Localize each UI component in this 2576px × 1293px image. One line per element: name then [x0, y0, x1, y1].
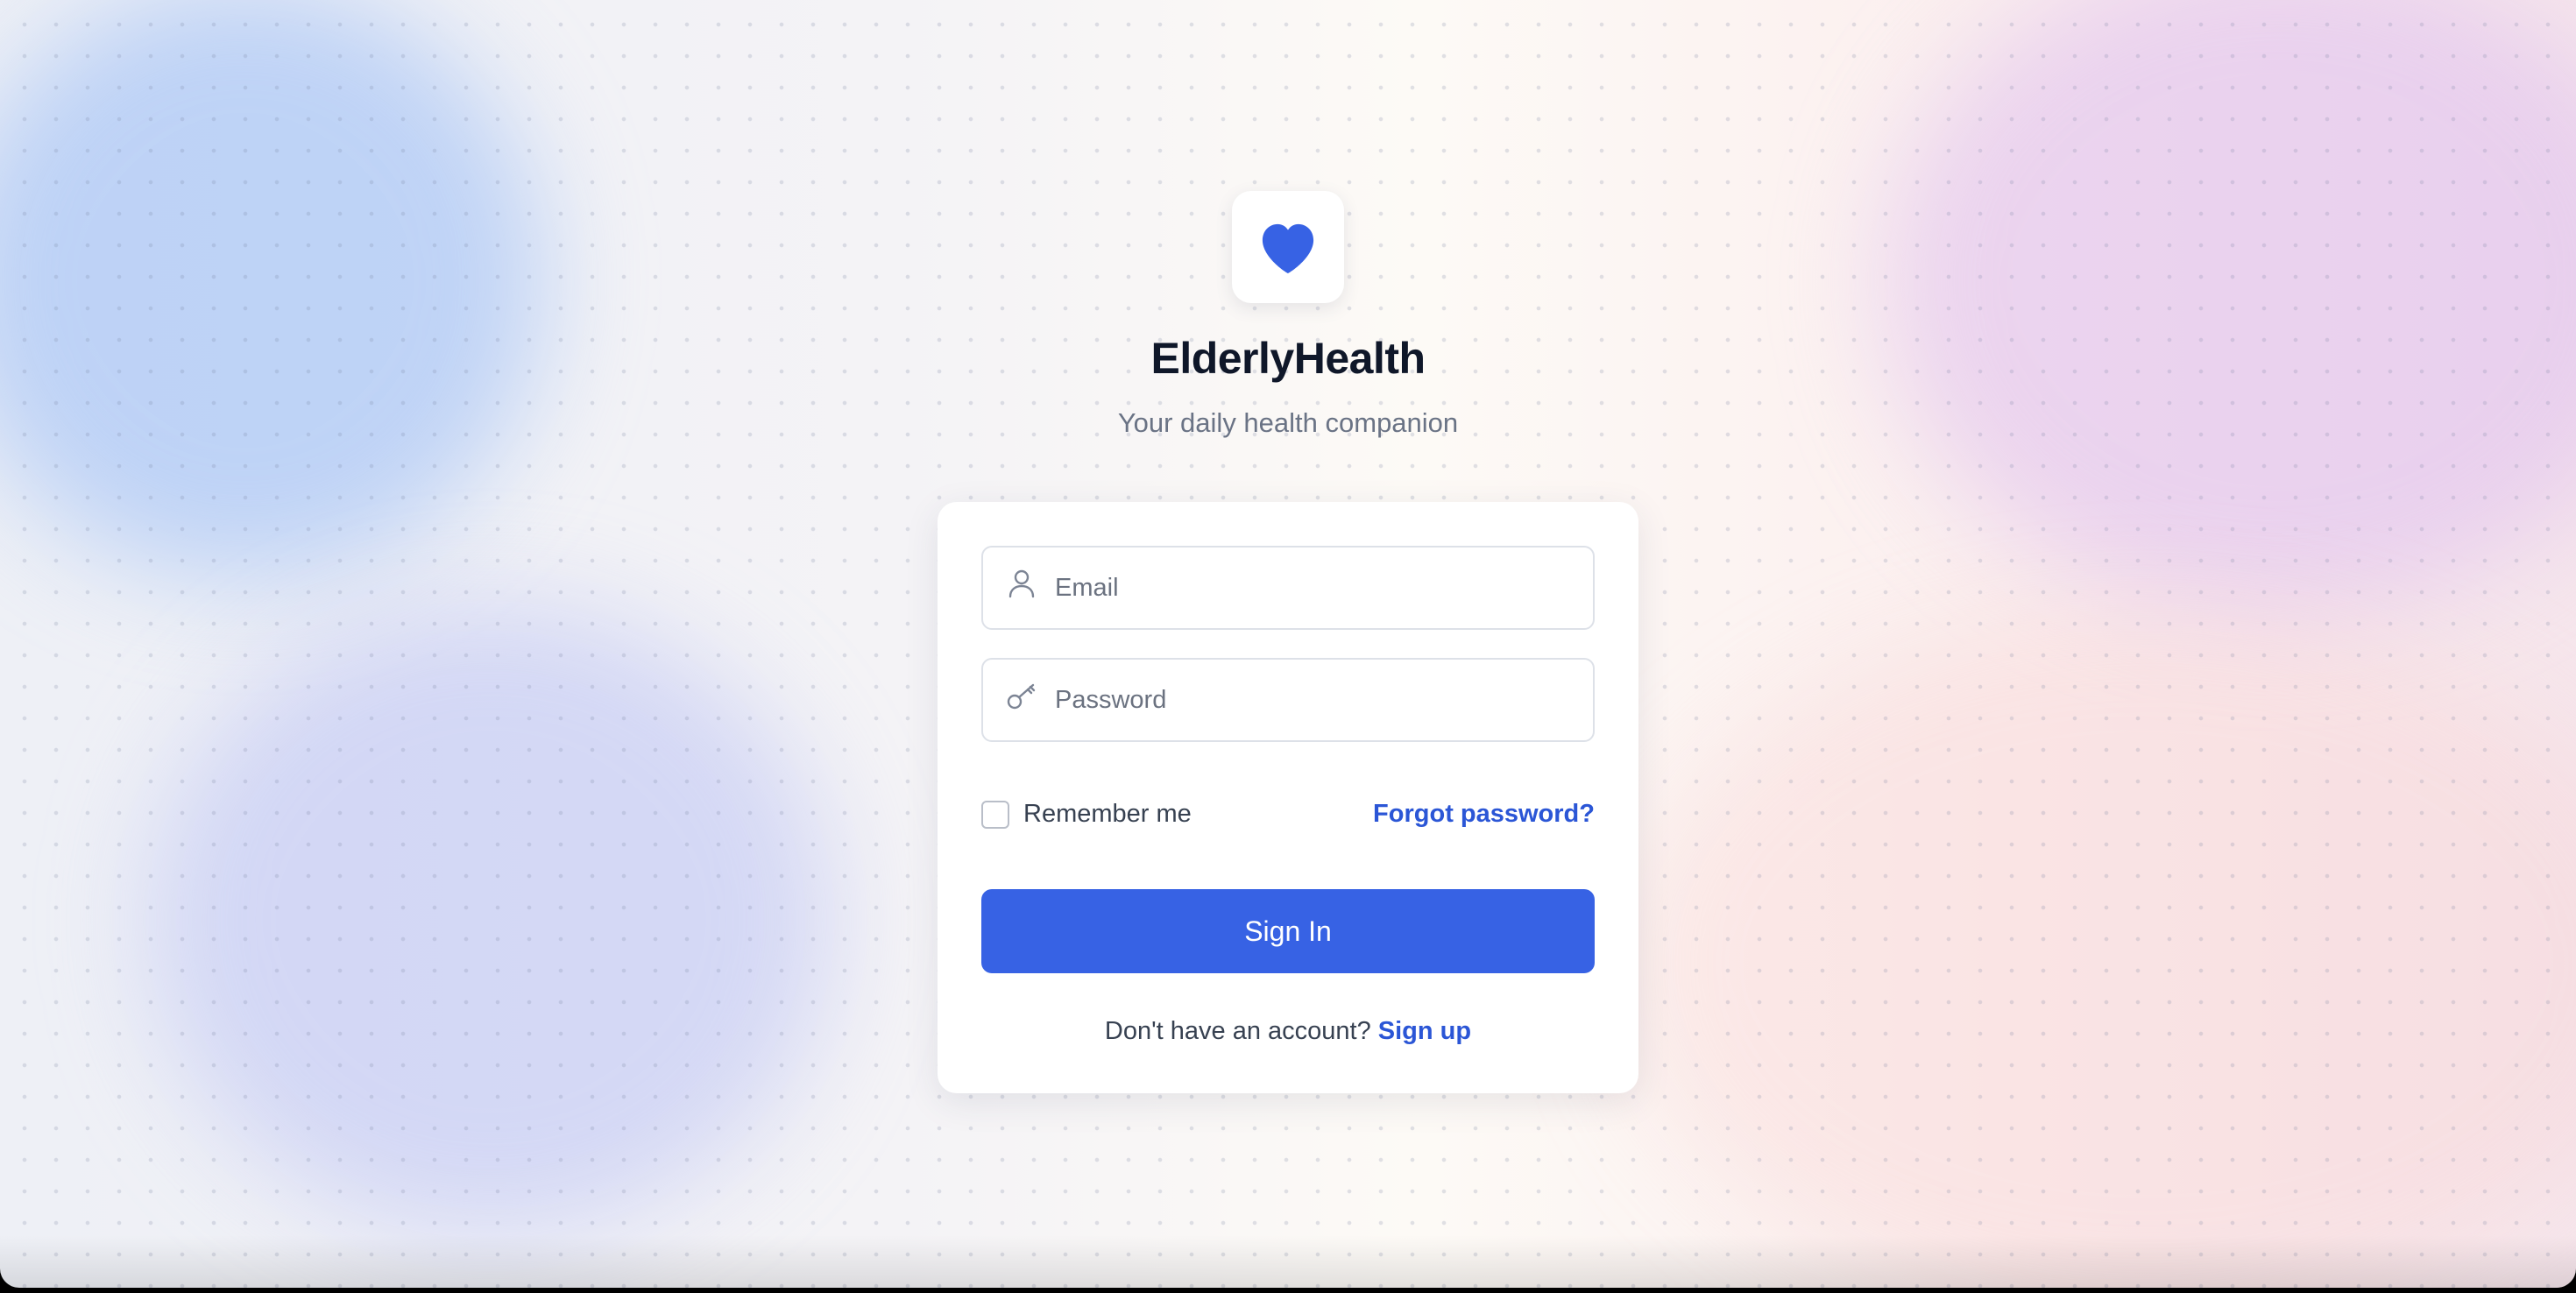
remember-me-checkbox[interactable]: [981, 800, 1009, 829]
signup-row: Don't have an account? Sign up: [938, 1017, 1638, 1046]
user-icon: [1008, 569, 1035, 598]
remember-me-row: Remember me: [981, 800, 1192, 829]
password-field[interactable]: [981, 658, 1595, 742]
bottom-shadow: [0, 1235, 2576, 1288]
signup-prompt: Don't have an account?: [1104, 1017, 1371, 1045]
password-input[interactable]: [1053, 660, 1579, 740]
app-logo: [1232, 191, 1344, 303]
heart-icon: [1262, 223, 1314, 273]
remember-me-label[interactable]: Remember me: [1023, 800, 1192, 829]
email-input[interactable]: [1053, 548, 1579, 628]
forgot-password-link[interactable]: Forgot password?: [1373, 800, 1595, 829]
email-field[interactable]: [981, 546, 1595, 630]
app-title: ElderlyHealth: [1150, 334, 1426, 383]
sign-in-button[interactable]: Sign In: [981, 889, 1595, 973]
login-page: ElderlyHealth Your daily health companio…: [0, 0, 2576, 1288]
login-card: Remember me Forgot password? Sign In Don…: [938, 502, 1638, 1093]
key-icon: [1007, 683, 1036, 710]
app-subtitle: Your daily health companion: [1117, 407, 1459, 438]
sign-up-link[interactable]: Sign up: [1378, 1017, 1471, 1045]
